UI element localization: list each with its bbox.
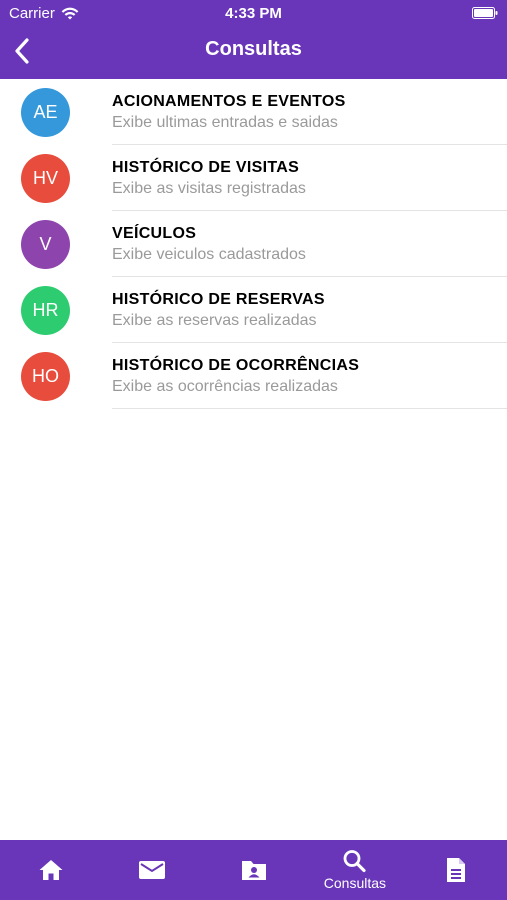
avatar: V: [21, 220, 70, 269]
item-title: ACIONAMENTOS E EVENTOS: [112, 93, 346, 110]
tab-home[interactable]: [0, 840, 101, 900]
mail-icon: [139, 861, 166, 879]
item-subtitle: Exibe as reservas realizadas: [112, 312, 317, 329]
consultas-list: AE ACIONAMENTOS E EVENTOS Exibe ultimas …: [0, 79, 507, 409]
item-subtitle: Exibe as ocorrências realizadas: [112, 378, 338, 395]
battery-icon: [472, 7, 498, 19]
tab-contacts[interactable]: [203, 840, 304, 900]
item-title: VEÍCULOS: [112, 225, 197, 242]
list-item-historico-ocorrencias[interactable]: HO HISTÓRICO DE OCORRÊNCIAS Exibe as oco…: [0, 343, 507, 409]
avatar: HV: [21, 154, 70, 203]
avatar: HO: [21, 352, 70, 401]
list-item-historico-reservas[interactable]: HR HISTÓRICO DE RESERVAS Exibe as reserv…: [0, 277, 507, 343]
divider: [112, 408, 507, 409]
tab-bar: Consultas: [0, 840, 507, 900]
contact-folder-icon: [241, 861, 266, 880]
tab-label: Consultas: [323, 875, 387, 891]
list-item-acionamentos[interactable]: AE ACIONAMENTOS E EVENTOS Exibe ultimas …: [0, 79, 507, 145]
search-icon: [343, 850, 366, 873]
item-title: HISTÓRICO DE OCORRÊNCIAS: [112, 357, 360, 374]
item-title: HISTÓRICO DE VISITAS: [112, 159, 300, 176]
item-subtitle: Exibe ultimas entradas e saidas: [112, 114, 338, 131]
avatar: AE: [21, 88, 70, 137]
navigation-header: Carrier 4:33 PM Consultas: [0, 0, 507, 79]
tab-documents[interactable]: [406, 840, 507, 900]
status-time: 4:33 PM: [225, 5, 282, 22]
document-icon: [447, 858, 466, 882]
home-icon: [39, 860, 63, 880]
list-item-veiculos[interactable]: V VEÍCULOS Exibe veiculos cadastrados: [0, 211, 507, 277]
list-item-historico-visitas[interactable]: HV HISTÓRICO DE VISITAS Exibe as visitas…: [0, 145, 507, 211]
avatar: HR: [21, 286, 70, 335]
item-title: HISTÓRICO DE RESERVAS: [112, 291, 325, 308]
tab-consultas[interactable]: Consultas: [304, 840, 405, 900]
page-title: Consultas: [205, 38, 302, 60]
status-bar: Carrier 4:33 PM: [0, 0, 507, 28]
item-subtitle: Exibe as visitas registradas: [112, 180, 306, 197]
item-subtitle: Exibe veiculos cadastrados: [112, 246, 306, 263]
tab-messages[interactable]: [101, 840, 202, 900]
